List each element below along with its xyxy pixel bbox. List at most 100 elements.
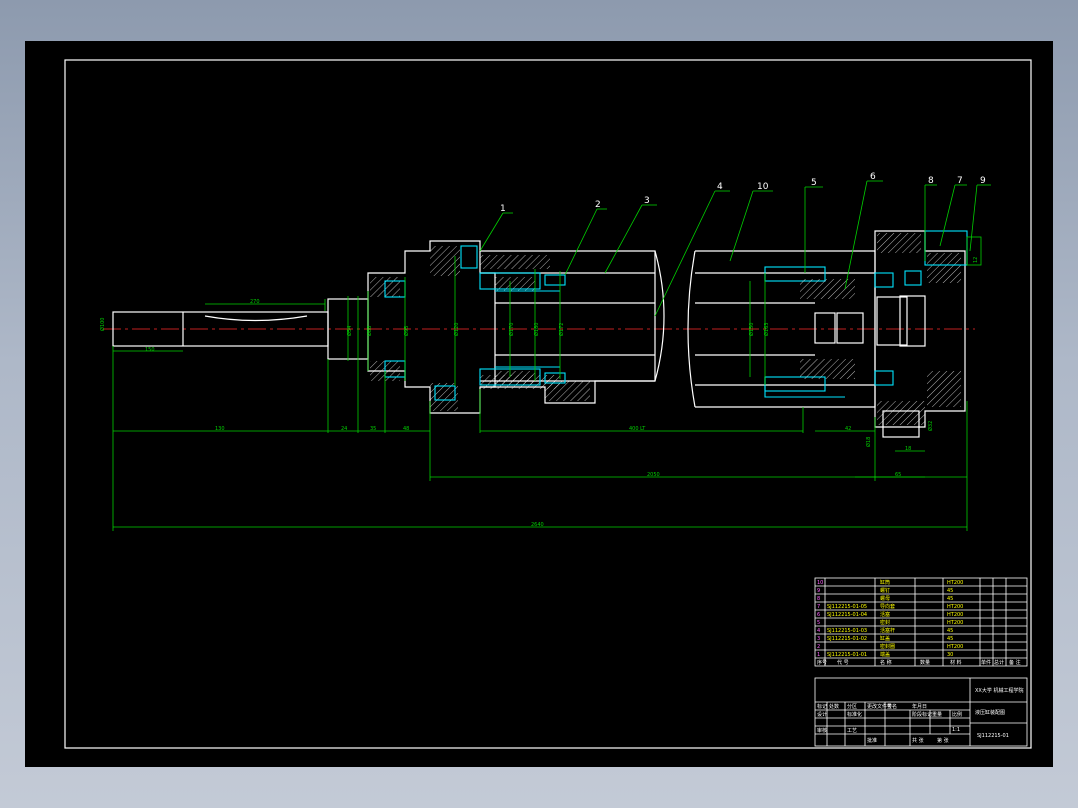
- dim-a2: 24: [341, 426, 347, 432]
- drawing-number: SJ112215-01: [977, 733, 1009, 739]
- dim-d8: Ø150: [748, 323, 755, 336]
- dim-rod-top: [205, 299, 326, 311]
- tb-label-8: 阶段标记: [912, 711, 932, 718]
- bom-header-no: 序号: [817, 659, 827, 666]
- bill-of-materials: 10 缸筒 HT2009 螺钉 458 螺母 457 SJ112215-01-05 导向套 HT2…: [814, 577, 1028, 667]
- tb-label-1: 处数: [829, 703, 839, 710]
- dim-d1: Ø54: [346, 326, 353, 336]
- bom-cell-mat: HT200: [947, 620, 963, 626]
- dim-d4: Ø120: [453, 323, 460, 336]
- dim-d3: Ø95: [403, 326, 410, 336]
- bom-header-note: 备 注: [1009, 659, 1021, 666]
- tb-label-7: 标准化: [847, 711, 862, 718]
- dim-d7: Ø172: [558, 323, 565, 336]
- dim-rod-dia: Ø100: [99, 318, 106, 331]
- tb-label-2: 分区: [847, 703, 857, 710]
- tb-label-6: 设计: [817, 711, 827, 718]
- dim-r3: 65: [895, 472, 901, 478]
- bom-cell-code: SJ112215-01-04: [827, 612, 867, 618]
- part-label-2: 2: [595, 200, 601, 210]
- part-label-1: 1: [500, 204, 506, 214]
- part-label-6: 6: [870, 172, 876, 182]
- cylinder-barrel-left: [479, 250, 665, 404]
- tb-label-14: 共 张: [912, 737, 924, 744]
- dim-r1: 42: [845, 426, 851, 432]
- bom-header-mat: 材 料: [950, 659, 962, 666]
- bom-cell-name: 缸筒: [880, 579, 890, 586]
- dim-d5: Ø170: [508, 323, 515, 336]
- tb-scale: 1:1: [952, 727, 960, 733]
- dim-a1: 130: [215, 426, 225, 432]
- bom-header-wt2: 总计: [994, 659, 1004, 666]
- bom-cell-no: 4: [817, 628, 820, 634]
- bom-cell-mat: HT200: [947, 604, 963, 610]
- part-label-4: 4: [717, 182, 723, 192]
- tb-label-13: 批准: [867, 737, 877, 744]
- bom-cell-mat: 45: [947, 588, 953, 594]
- dim-len-1: 270: [250, 299, 260, 305]
- bom-cell-mat: 45: [947, 628, 953, 634]
- bom-cell-mat: 45: [947, 596, 953, 602]
- part-label-9: 9: [980, 176, 986, 186]
- bom-cell-mat: HT200: [947, 580, 963, 586]
- tb-label-12: 工艺: [847, 728, 857, 734]
- bom-cell-no: 10: [817, 580, 823, 586]
- part-label-5: 5: [811, 178, 817, 188]
- dim-d9: Ø163: [763, 323, 770, 336]
- bom-cell-code: SJ112215-01-01: [827, 652, 867, 658]
- assembly-drawing: Ø100 Ø54 Ø88 Ø95 Ø120 Ø170 Ø180 Ø172 Ø15…: [64, 59, 1032, 749]
- bom-cell-name: 密封: [880, 619, 890, 626]
- bom-cell-name: 螺母: [880, 595, 890, 602]
- bom-cell-no: 9: [817, 588, 820, 594]
- bom-cell-no: 1: [817, 652, 820, 658]
- dim-mid: 2050: [647, 472, 660, 478]
- dim-r2: 18: [905, 446, 911, 452]
- dim-a3: 35: [370, 426, 376, 432]
- dim-d6: Ø180: [533, 323, 540, 336]
- part-label-8: 8: [928, 176, 934, 186]
- bom-cell-code: SJ112215-01-03: [827, 628, 867, 634]
- dim-d2: Ø88: [366, 326, 373, 336]
- drawing-name: 液压缸装配图: [975, 709, 1005, 716]
- bom-cell-no: 8: [817, 596, 820, 602]
- tb-label-11: 审核: [817, 727, 827, 734]
- tb-label-4: 签名: [887, 703, 897, 710]
- dim-len-rod: 150: [145, 347, 155, 353]
- bom-cell-name: 端盖: [880, 651, 890, 658]
- school-name: XX大学 机械工程学院: [975, 687, 1023, 694]
- tb-label-9: 重量: [932, 711, 942, 718]
- bom-cell-no: 6: [817, 612, 820, 618]
- bom-cell-no: 5: [817, 620, 820, 626]
- tb-label-0: 标记: [817, 703, 827, 710]
- bom-cell-code: SJ112215-01-02: [827, 636, 867, 642]
- bom-cell-name: 活塞: [880, 611, 890, 618]
- bom-cell-no: 2: [817, 644, 820, 650]
- bom-cell-no: 3: [817, 636, 820, 642]
- dim-stroke: 400 LT: [629, 426, 646, 432]
- dim-r5: Ø32: [927, 421, 934, 431]
- bom-header-qty: 数量: [920, 659, 930, 666]
- bom-header-code: 代 号: [837, 659, 849, 666]
- tb-label-10: 比例: [952, 711, 962, 718]
- tb-label-5: 年月日: [912, 703, 927, 710]
- dim-a4: 48: [403, 426, 409, 432]
- drawing-sheet: Ø100 Ø54 Ø88 Ø95 Ø120 Ø170 Ø180 Ø172 Ø15…: [25, 41, 1053, 767]
- dim-overall: 2640: [531, 522, 544, 528]
- end-cap-right: [764, 230, 982, 438]
- title-block: XX大学 机械工程学院 液压缸装配图 SJ112215-01 标记 处数 分区 …: [814, 677, 1028, 747]
- bom-cell-name: 密封圈: [880, 643, 895, 650]
- part-label-7: 7: [957, 176, 963, 186]
- bom-cell-name: 导向套: [880, 603, 895, 610]
- part-label-3: 3: [644, 196, 650, 206]
- bom-cell-code: SJ112215-01-05: [827, 604, 867, 610]
- bom-cell-mat: 45: [947, 636, 953, 642]
- bom-cell-name: 螺钉: [880, 587, 890, 594]
- tb-label-15: 第 张: [937, 737, 949, 744]
- bom-header-name: 名 称: [880, 659, 892, 666]
- bom-cell-mat: 30: [947, 652, 953, 658]
- bom-cell-no: 7: [817, 604, 820, 610]
- bom-cell-mat: HT200: [947, 644, 963, 650]
- bom-cell-mat: HT200: [947, 612, 963, 618]
- bom-cell-name: 缸盖: [880, 635, 890, 642]
- dim-r4: Ø18: [865, 437, 872, 447]
